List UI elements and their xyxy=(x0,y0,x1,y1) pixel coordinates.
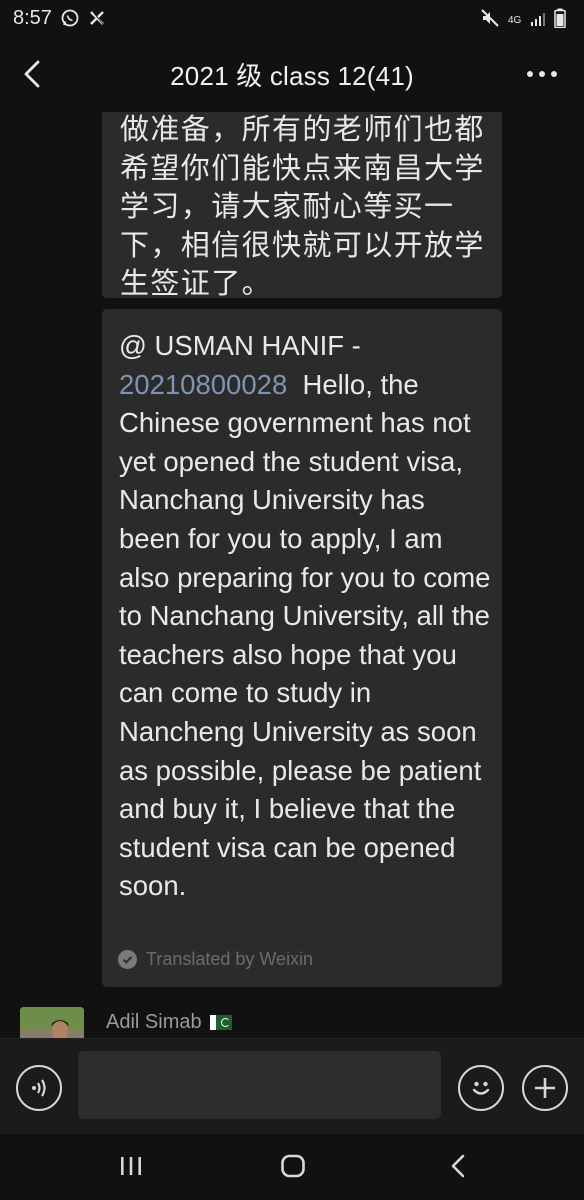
sender-name: Adil Simab xyxy=(106,1011,232,1034)
nav-back-icon[interactable] xyxy=(446,1152,470,1180)
status-time: 8:57 xyxy=(13,6,52,29)
input-bar xyxy=(0,1038,584,1135)
avatar[interactable] xyxy=(20,1007,84,1038)
plus-icon[interactable] xyxy=(522,1065,568,1111)
system-nav-bar xyxy=(0,1134,584,1200)
chat-title: 2021 级 class 12(41) xyxy=(170,60,414,91)
translation-credit: Translated by Weixin xyxy=(118,949,313,970)
check-circle-icon xyxy=(118,950,137,969)
signal-icon xyxy=(530,10,546,33)
x-icon xyxy=(88,9,106,27)
message-bubble-original[interactable]: 做准备，所有的老师们也都希望你们能快点来南昌大学学习，请大家耐心等买一下，相信很… xyxy=(102,112,502,300)
home-icon[interactable] xyxy=(278,1152,308,1180)
chat-messages[interactable]: 做准备，所有的老师们也都希望你们能快点来南昌大学学习，请大家耐心等买一下，相信很… xyxy=(0,112,584,1038)
translation-credit-label: Translated by Weixin xyxy=(146,949,314,969)
whatsapp-icon xyxy=(60,8,80,28)
status-icons: 4G xyxy=(480,8,566,34)
mention-id-link[interactable]: 20210800028 xyxy=(119,369,287,400)
pakistan-flag-icon xyxy=(209,1015,232,1030)
recent-apps-icon[interactable] xyxy=(116,1152,146,1180)
more-dots-icon[interactable] xyxy=(522,58,562,90)
translation-body: Hello, the Chinese government has not ye… xyxy=(119,368,491,902)
translation-text: @ USMAN HANIF - 20210800028 Hello, the Ch… xyxy=(119,327,491,906)
mute-icon xyxy=(480,8,500,34)
network-type: 4G xyxy=(508,15,522,26)
message-input[interactable] xyxy=(78,1051,441,1119)
message-text-original: 做准备，所有的老师们也都希望你们能快点来南昌大学学习，请大家耐心等买一下，相信很… xyxy=(120,112,485,301)
message-bubble-translation[interactable]: @ USMAN HANIF - 20210800028 Hello, the Ch… xyxy=(102,309,502,987)
mention-name: @ USMAN HANIF - xyxy=(119,330,361,361)
chat-header: 2021 级 class 12(41) xyxy=(0,36,584,112)
sender-name-label: Adil Simab xyxy=(106,1011,202,1033)
emoji-icon[interactable] xyxy=(458,1065,504,1111)
chevron-left-icon[interactable] xyxy=(16,56,50,92)
status-bar: 8:57 4G xyxy=(0,0,584,36)
voice-icon[interactable] xyxy=(16,1065,62,1111)
battery-icon xyxy=(554,8,566,34)
